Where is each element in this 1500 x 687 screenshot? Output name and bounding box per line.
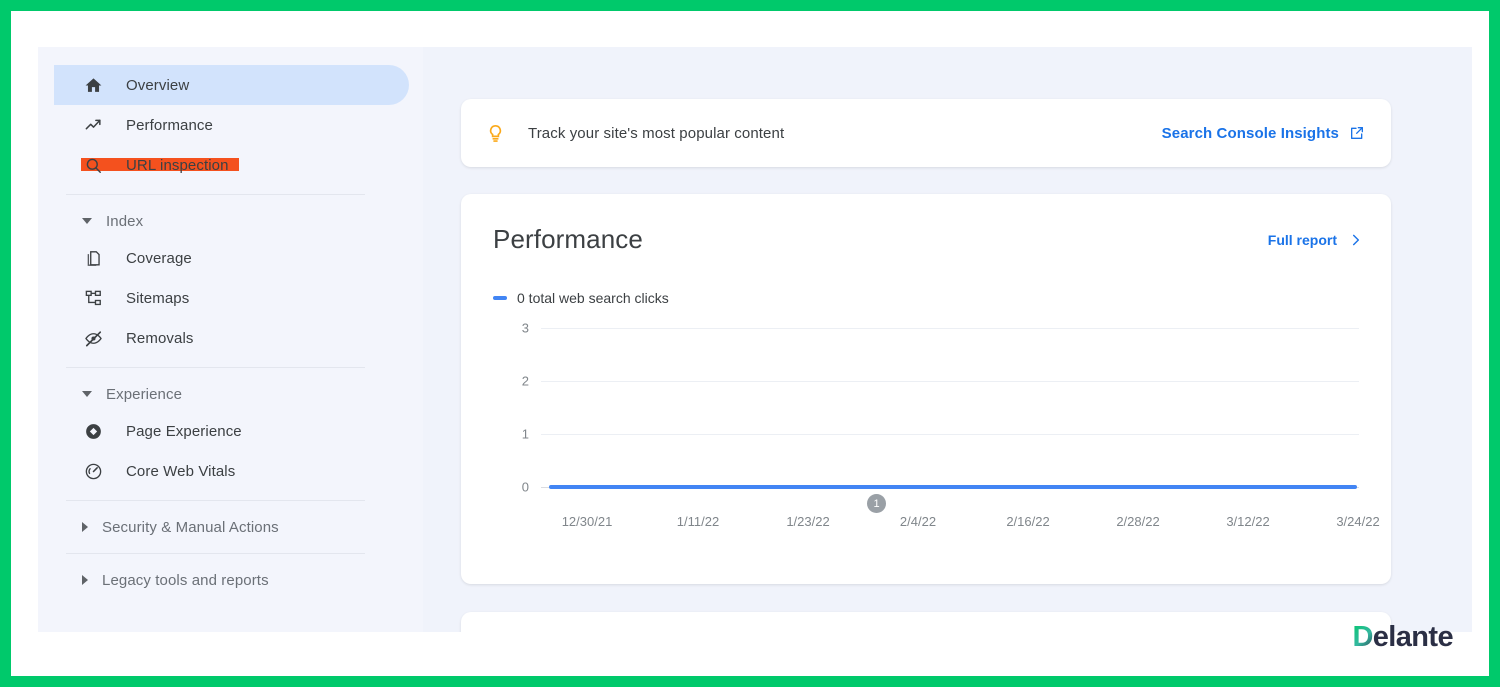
sidebar-item-url-inspection[interactable]: URL inspection [54, 145, 409, 185]
chevron-right-icon [1349, 233, 1363, 247]
x-axis-tick: 2/28/22 [1116, 514, 1159, 529]
sidebar-divider [66, 500, 365, 501]
search-icon [82, 154, 104, 176]
next-report-card [461, 612, 1391, 632]
trending-up-icon [82, 114, 104, 136]
sidebar-group-security-manual-actions[interactable]: Security & Manual Actions [54, 510, 409, 544]
full-report-label: Full report [1268, 232, 1337, 248]
chart-legend[interactable]: 0 total web search clicks [493, 290, 669, 306]
sidebar-item-label: Coverage [126, 250, 192, 267]
sidebar-group-experience[interactable]: Experience [54, 377, 409, 411]
x-axis-tick: 1/11/22 [677, 514, 719, 529]
search-console-app: Overview Performance [38, 47, 1472, 632]
page-title: Performance [493, 224, 643, 255]
gridline: 3 [541, 328, 1359, 329]
chart-annotation-marker[interactable]: 1 [867, 494, 886, 513]
search-console-insights-banner: Track your site's most popular content S… [461, 99, 1391, 167]
search-console-insights-link[interactable]: Search Console Insights [1162, 125, 1365, 142]
y-axis-tick: 2 [522, 374, 529, 389]
sidebar-item-label: URL inspection [126, 157, 229, 174]
sidebar-group-index[interactable]: Index [54, 204, 409, 238]
sidebar-item-label: Sitemaps [126, 290, 189, 307]
sidebar-item-page-experience[interactable]: Page Experience [54, 411, 409, 451]
sidebar-group-legacy-tools[interactable]: Legacy tools and reports [54, 563, 409, 597]
sidebar-item-label: Page Experience [126, 423, 242, 440]
x-axis-tick: 1/23/22 [786, 514, 829, 529]
caret-down-icon [82, 218, 92, 224]
performance-card: Performance Full report 0 total web sear… [461, 194, 1391, 584]
performance-card-header: Performance Full report [493, 224, 1363, 255]
home-icon [82, 74, 104, 96]
caret-right-icon [82, 575, 88, 585]
sitemap-icon [82, 287, 104, 309]
series-line-web-search-clicks [549, 485, 1357, 489]
sidebar-navigation: Overview Performance [38, 47, 423, 632]
sidebar-divider [66, 194, 365, 195]
external-link-icon [1349, 125, 1365, 141]
sidebar-group-label: Legacy tools and reports [102, 572, 269, 589]
sidebar-group-label: Security & Manual Actions [102, 519, 279, 536]
y-axis-tick: 1 [522, 427, 529, 442]
caret-down-icon [82, 391, 92, 397]
x-axis-tick: 3/12/22 [1226, 514, 1269, 529]
delante-logo: Delante [1352, 623, 1453, 652]
gridline: 1 [541, 434, 1359, 435]
sidebar-item-sitemaps[interactable]: Sitemaps [54, 278, 409, 318]
legend-swatch-clicks [493, 296, 507, 300]
full-report-link[interactable]: Full report [1268, 232, 1363, 248]
gridline: 2 [541, 381, 1359, 382]
sidebar-group-label: Index [106, 213, 143, 230]
banner-text: Track your site's most popular content [528, 125, 784, 142]
x-axis-tick: 3/24/22 [1336, 514, 1379, 529]
x-axis-tick: 2/16/22 [1006, 514, 1049, 529]
green-frame-border: Overview Performance [0, 0, 1500, 687]
chart-x-axis: 12/30/21 1/11/22 1/23/22 2/4/22 2/16/22 … [541, 514, 1359, 534]
x-axis-tick: 12/30/21 [562, 514, 613, 529]
sidebar-item-core-web-vitals[interactable]: Core Web Vitals [54, 451, 409, 491]
sidebar-item-label: Removals [126, 330, 194, 347]
insights-link-label: Search Console Insights [1162, 125, 1339, 142]
sidebar-divider [66, 553, 365, 554]
eye-off-icon [82, 327, 104, 349]
legend-label-clicks: 0 total web search clicks [517, 290, 669, 306]
x-axis-tick: 2/4/22 [900, 514, 936, 529]
sidebar-group-label: Experience [106, 386, 182, 403]
y-axis-tick: 3 [522, 321, 529, 336]
sidebar-item-removals[interactable]: Removals [54, 318, 409, 358]
sidebar-item-performance[interactable]: Performance [54, 105, 409, 145]
speedometer-icon [82, 460, 104, 482]
chart-plot-area: 3 2 1 0 [541, 328, 1359, 488]
logo-initial: D [1352, 621, 1372, 653]
sidebar-divider [66, 367, 365, 368]
sidebar-item-overview[interactable]: Overview [54, 65, 409, 105]
annotation-count: 1 [873, 498, 879, 510]
caret-right-icon [82, 522, 88, 532]
pages-icon [82, 247, 104, 269]
lightbulb-icon [485, 123, 506, 144]
main-content: Track your site's most popular content S… [423, 47, 1472, 632]
page-experience-icon [82, 420, 104, 442]
sidebar-item-label: Performance [126, 117, 213, 134]
logo-wordmark: elante [1373, 621, 1453, 653]
y-axis-tick: 0 [522, 480, 529, 495]
performance-chart[interactable]: 3 2 1 0 [493, 322, 1359, 562]
sidebar-item-label: Core Web Vitals [126, 463, 235, 480]
sidebar-item-coverage[interactable]: Coverage [54, 238, 409, 278]
sidebar-item-label: Overview [126, 77, 189, 94]
